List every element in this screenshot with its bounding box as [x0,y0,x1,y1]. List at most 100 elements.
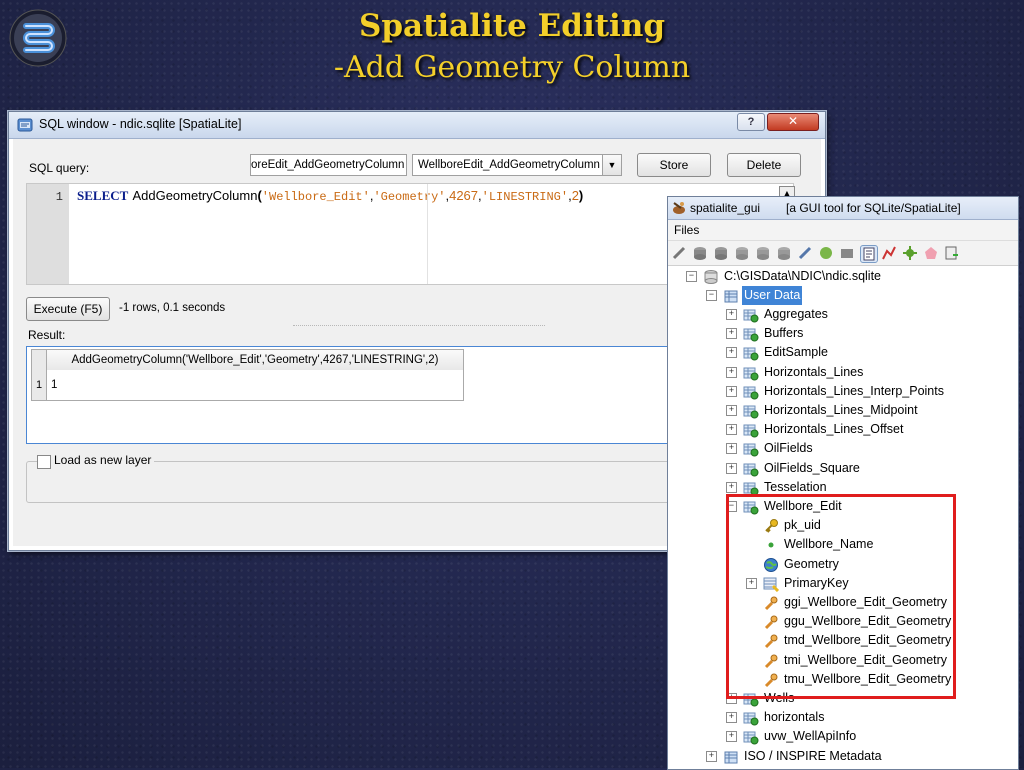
execute-button[interactable]: Execute (F5) [26,297,110,321]
link-icon[interactable] [797,245,813,261]
column-name: PrimaryKey [784,575,849,590]
db-open-icon[interactable] [692,245,708,261]
trigger-icon [764,673,778,687]
export-icon[interactable] [944,245,960,261]
db-new-icon[interactable] [713,245,729,261]
folder-tables-icon [724,290,738,303]
toolbar [668,241,1018,266]
sql-script-icon[interactable] [839,245,855,261]
column-name: pk_uid [784,518,821,533]
result-grid[interactable]: AddGeometryColumn('Wellbore_Edit','Geome… [26,346,678,444]
trigger-icon [764,654,778,668]
spatialite-feather-icon [673,202,685,214]
splitter-handle[interactable] [293,325,545,326]
sql-code-line: SELECT AddGeometryColumn('Wellbore_Edit'… [77,188,583,204]
table-name: horizontals [764,710,825,725]
chart-icon[interactable] [881,245,897,261]
table-icon [743,367,759,381]
expand-icon[interactable]: + [726,693,737,704]
slide-subtitle: -Add Geometry Column [333,50,691,85]
expand-icon[interactable]: + [746,577,757,589]
column-name: tmu_Wellbore_Edit_Geometry [784,671,952,686]
collapse-icon[interactable]: − [706,290,717,301]
menu-files[interactable]: Files [674,223,699,237]
spatialite-gui-window: spatialite_gui [a GUI tool for SQLite/Sp… [667,196,1019,770]
connect-icon[interactable] [671,245,687,261]
database-tree[interactable]: − C:\GISData\NDIC\ndic.sqlite − User Dat… [668,267,1018,769]
expand-icon[interactable]: + [726,309,737,320]
grid-corner[interactable] [32,350,47,370]
table-name: Tesselation [764,479,827,494]
table-name: Horizontals_Lines_Midpoint [764,403,918,417]
expand-icon[interactable]: + [726,424,737,436]
table-icon [743,347,759,361]
editor-divider [427,184,428,284]
query-name-value: oreEdit_AddGeometryColumn [251,159,405,171]
close-button[interactable]: ✕ [767,113,819,131]
help-button[interactable]: ? [737,113,765,131]
expand-icon[interactable]: + [726,328,737,340]
table-name: EditSample [764,345,828,360]
database-icon [704,270,718,284]
sql-paren-close: ) [578,188,584,203]
expand-icon[interactable]: + [726,481,737,493]
column-header[interactable]: AddGeometryColumn('Wellbore_Edit','Geome… [47,350,463,370]
load-as-layer-checkbox[interactable] [37,455,51,469]
slide-title: Spatialite Editing [358,8,666,44]
column-name: tmi_Wellbore_Edit_Geometry [784,652,948,667]
table-name: Wells [764,691,795,705]
sql-window-icon[interactable] [860,245,878,263]
store-button[interactable]: Store [637,153,711,177]
expand-icon[interactable]: + [726,385,737,397]
globe-icon [764,557,778,572]
chevron-down-icon[interactable]: ▼ [602,155,621,175]
delete-button[interactable]: Delete [727,153,801,177]
table-name: uvw_WellApiInfo [764,729,857,744]
expand-icon[interactable]: + [726,347,737,359]
row-header[interactable]: 1 [32,370,47,400]
table-icon [743,328,759,342]
table-row[interactable]: 1 1 [31,370,464,401]
column-name: Geometry [784,556,839,571]
sql-keyword: SELECT [77,188,129,203]
sql-window-titlebar[interactable]: SQL window - ndic.sqlite [SpatiaLite] ? … [9,112,825,139]
column-name: tmd_Wellbore_Edit_Geometry [784,633,952,648]
result-label: Result: [28,328,66,342]
sql-arg-table: 'Wellbore_Edit' [261,190,370,204]
sql-window-title: SQL window - ndic.sqlite [SpatiaLite] [39,117,242,131]
table-cell[interactable]: 1 [51,370,57,400]
table-name: Buffers [764,326,804,341]
gui-titlebar[interactable]: spatialite_gui [a GUI tool for SQLite/Sp… [668,197,1018,220]
expand-icon[interactable]: + [726,731,737,743]
collapse-icon[interactable]: − [686,271,697,282]
table-icon [743,482,759,496]
expand-icon[interactable]: + [726,462,737,474]
stored-query-select[interactable]: WellboreEdit_AddGeometryColumn ▼ [412,154,622,176]
gui-title: spatialite_gui [690,201,761,215]
db-path-label: C:\GISData\NDIC\ndic.sqlite [724,269,881,283]
expand-icon[interactable]: + [726,712,737,724]
table-icon [743,405,759,419]
column-name: ggi_Wellbore_Edit_Geometry [784,595,948,609]
expand-icon[interactable]: + [726,366,737,378]
trigger-icon [764,634,778,649]
table-icon [743,731,759,745]
expand-icon[interactable]: + [706,750,717,762]
folder-tables-icon [724,751,738,764]
db-export-icon[interactable] [776,245,792,261]
virus-icon[interactable] [902,245,918,261]
line-number: 1 [55,190,63,204]
column-dot-icon [768,542,774,548]
shape-icon[interactable] [923,245,939,261]
load-as-layer-label[interactable]: Load as new layer [51,453,155,467]
db-save-icon[interactable] [755,245,771,261]
table-name: Aggregates [764,307,828,321]
query-name-input[interactable]: oreEdit_AddGeometryColumn [250,154,407,176]
grid-header: AddGeometryColumn('Wellbore_Edit','Geome… [31,349,464,371]
db-memory-icon[interactable] [734,245,750,261]
expand-icon[interactable]: + [726,443,737,455]
table-icon [743,693,759,707]
expand-icon[interactable]: + [726,405,737,416]
collapse-icon[interactable]: − [726,501,737,512]
vacuum-icon[interactable] [818,245,834,261]
